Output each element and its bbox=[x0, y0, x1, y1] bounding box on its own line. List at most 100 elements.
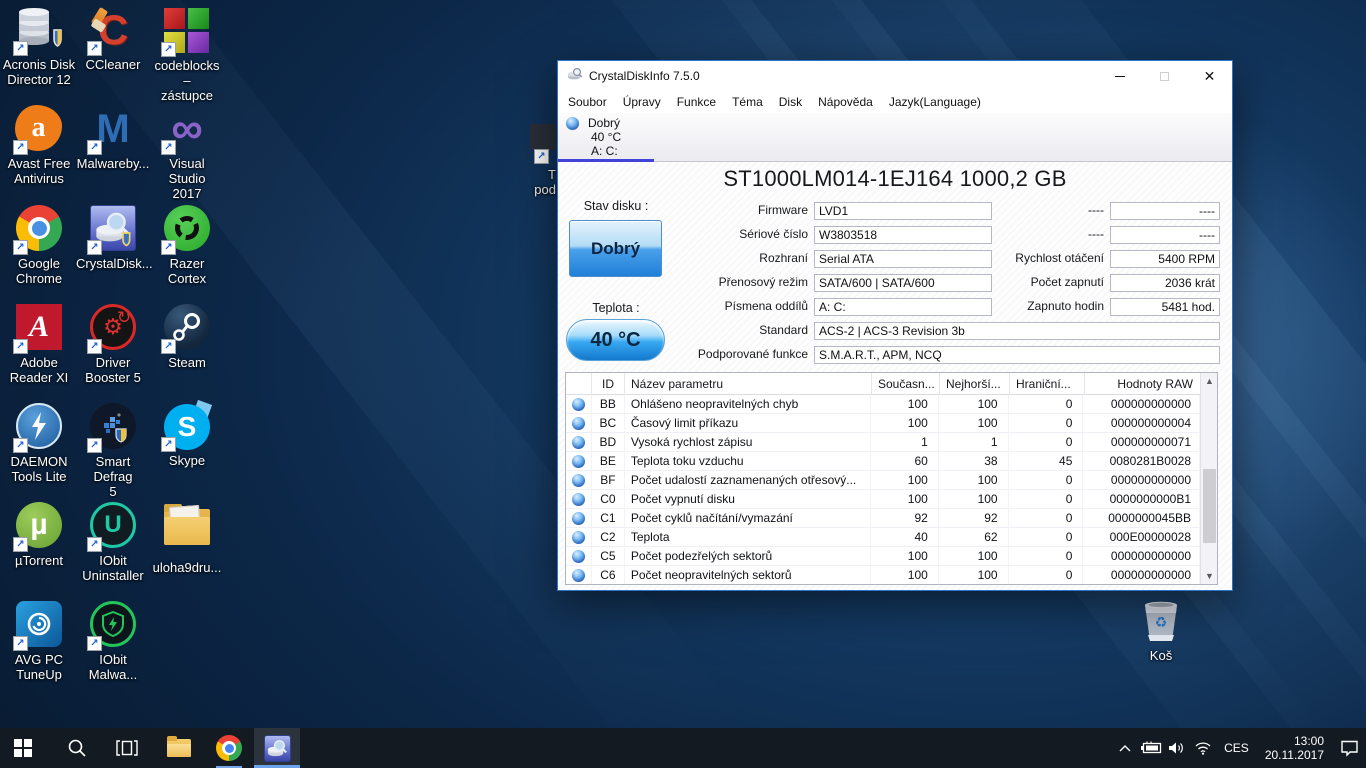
action-center-button[interactable] bbox=[1332, 728, 1366, 768]
search-button[interactable] bbox=[54, 728, 100, 768]
desktop-icon-label: CrystalDisk... bbox=[76, 256, 150, 271]
health-orb-icon bbox=[566, 509, 592, 528]
smart-cell: 1 bbox=[871, 433, 939, 452]
chevron-up-icon bbox=[1119, 744, 1131, 752]
language-indicator[interactable]: CES bbox=[1216, 741, 1257, 755]
steam-icon: ↗ bbox=[163, 304, 211, 352]
desktop-icon-daemon-tools-lite[interactable]: ↗DAEMONTools Lite bbox=[2, 402, 76, 501]
field-empty-1-label: ---- bbox=[988, 226, 1104, 243]
wifi-tray-button[interactable] bbox=[1190, 728, 1216, 768]
shortcut-arrow-icon: ↗ bbox=[87, 438, 102, 453]
desktop-icon-driver-booster-5[interactable]: ⚙↻↗DriverBooster 5 bbox=[76, 303, 150, 402]
crystaldiskinfo-taskbar-button[interactable] bbox=[254, 728, 300, 768]
titlebar[interactable]: CrystalDiskInfo 7.5.0 ✕ bbox=[558, 61, 1232, 91]
disk-tab[interactable]: Dobrý 40 °C A: C: bbox=[558, 113, 654, 162]
clock[interactable]: 13:00 20.11.2017 bbox=[1257, 734, 1332, 762]
desktop-icon-google-chrome[interactable]: ↗GoogleChrome bbox=[2, 204, 76, 303]
battery-tray-button[interactable] bbox=[1138, 728, 1164, 768]
start-button[interactable] bbox=[0, 728, 46, 768]
menu-item-funkce[interactable]: Funkce bbox=[669, 93, 724, 111]
smart-row-C0[interactable]: C0Počet vypnutí disku10010000000000000B1 bbox=[566, 490, 1200, 509]
task-view-button[interactable] bbox=[104, 728, 150, 768]
windows-logo-icon bbox=[14, 739, 32, 757]
desktop-icon-avg-pc-tuneup[interactable]: ↗AVG PCTuneUp bbox=[2, 600, 76, 699]
smart-row-C2[interactable]: C2Teplota40620000E00000028 bbox=[566, 528, 1200, 547]
smart-cell: BD bbox=[592, 433, 625, 452]
smart-table-header[interactable]: IDNázev parametruSoučasn...Nejhorší...Hr… bbox=[566, 373, 1217, 395]
smart-row-BC[interactable]: BCČasový limit příkazu100100000000000000… bbox=[566, 414, 1200, 433]
shortcut-arrow-icon: ↗ bbox=[87, 537, 102, 552]
chrome-taskbar-button[interactable] bbox=[206, 728, 252, 768]
acronis-icon: ↗ bbox=[15, 6, 63, 54]
smart-row-C6[interactable]: C6Počet neopravitelných sektorů100100000… bbox=[566, 566, 1200, 584]
desktop-icon-label: µTorrent bbox=[2, 553, 76, 568]
smart-row-C1[interactable]: C1Počet cyklů načítání/vymazání929200000… bbox=[566, 509, 1200, 528]
smart-row-BF[interactable]: BFPočet udalostí zaznamenaných otřesový.… bbox=[566, 471, 1200, 490]
avg-icon: ↗ bbox=[15, 601, 63, 649]
menu-item-npovda[interactable]: Nápověda bbox=[810, 93, 881, 111]
smart-cell: 40 bbox=[871, 528, 939, 547]
desktop-icon-iobit-malwa[interactable]: ↗IObitMalwa... bbox=[76, 600, 150, 699]
desktop-icon-iobit-uninstaller[interactable]: U↗IObitUninstaller bbox=[76, 501, 150, 600]
smart-header-status[interactable] bbox=[566, 373, 592, 395]
smart-table-scrollbar[interactable]: ▲ ▼ bbox=[1200, 373, 1217, 584]
desktop-icon-malwareby[interactable]: M↗Malwareby... bbox=[76, 105, 150, 204]
desktop-icon-label: IObitMalwa... bbox=[76, 652, 150, 682]
task-view-icon bbox=[116, 739, 138, 757]
smart-row-BD[interactable]: BDVysoká rychlost zápisu110000000000071 bbox=[566, 433, 1200, 452]
desktop-icon-adobe-reader-xi[interactable]: A↗AdobeReader XI bbox=[2, 303, 76, 402]
desktop-icon-uloha9dru[interactable]: ↗uloha9dru... bbox=[150, 501, 224, 600]
desktop-icon-grid: ↗Acronis DiskDirector 12C↗CCleaner↗codeb… bbox=[2, 6, 224, 699]
file-explorer-button[interactable] bbox=[156, 728, 202, 768]
tray-chevron-button[interactable] bbox=[1112, 728, 1138, 768]
desktop-icon-acronis-disk-director-12[interactable]: ↗Acronis DiskDirector 12 bbox=[2, 6, 76, 105]
iobit-uninstaller-icon: U↗ bbox=[89, 502, 137, 550]
scroll-up-icon[interactable]: ▲ bbox=[1201, 373, 1218, 389]
smart-row-BB[interactable]: BBOhlášeno neopravitelných chyb100100000… bbox=[566, 395, 1200, 414]
desktop-icon-torrent[interactable]: µ↗µTorrent bbox=[2, 501, 76, 600]
desktop-icon-label: Visual Studio2017 bbox=[150, 156, 224, 201]
menu-item-jazyklanguage[interactable]: Jazyk(Language) bbox=[881, 93, 989, 111]
volume-tray-button[interactable] bbox=[1164, 728, 1190, 768]
health-orb-icon bbox=[566, 566, 592, 585]
desktop-icon-skype[interactable]: S↗Skype bbox=[150, 402, 224, 501]
field-p-enosov-re-im-value: SATA/600 | SATA/600 bbox=[814, 274, 992, 292]
desktop-icon-codeblocks-z-stupce[interactable]: ↗codeblocks –zástupce bbox=[150, 6, 224, 105]
desktop-icon-steam[interactable]: ↗Steam bbox=[150, 303, 224, 402]
smart-row-BE[interactable]: BETeplota toku vzduchu6038450080281B0028 bbox=[566, 452, 1200, 471]
shortcut-arrow-icon: ↗ bbox=[13, 41, 28, 56]
desktop-icon-crystaldisk[interactable]: ↗CrystalDisk... bbox=[76, 204, 150, 303]
desktop-icon-visual-studio-2017[interactable]: ∞↗Visual Studio2017 bbox=[150, 105, 224, 204]
menu-item-tma[interactable]: Téma bbox=[724, 93, 771, 111]
desktop-icon-partial[interactable]: ↗ Tpod bbox=[500, 124, 556, 197]
avast-icon: a↗ bbox=[15, 105, 63, 153]
smart-header-hodnotyraw[interactable]: Hodnoty RAW bbox=[1085, 373, 1202, 395]
shortcut-arrow-icon: ↗ bbox=[161, 339, 176, 354]
menu-item-disk[interactable]: Disk bbox=[771, 93, 810, 111]
smart-header-hranin[interactable]: Hraniční... bbox=[1010, 373, 1085, 395]
scroll-down-icon[interactable]: ▼ bbox=[1201, 568, 1218, 584]
minimize-button[interactable] bbox=[1097, 61, 1142, 91]
smart-header-nejhor[interactable]: Nejhorší... bbox=[940, 373, 1010, 395]
smart-row-C5[interactable]: C5Počet podezřelých sektorů1001000000000… bbox=[566, 547, 1200, 566]
menu-item-pravy[interactable]: Úpravy bbox=[615, 93, 669, 111]
smart-header-nzevparametru[interactable]: Název parametru bbox=[625, 373, 872, 395]
desktop-icon-smart-defrag-5[interactable]: ↗Smart Defrag5 bbox=[76, 402, 150, 501]
desktop-icon-razer-cortex[interactable]: ↗Razer Cortex bbox=[150, 204, 224, 303]
menu-item-soubor[interactable]: Soubor bbox=[560, 93, 615, 111]
smart-header-id[interactable]: ID bbox=[592, 373, 625, 395]
daemon-icon: ↗ bbox=[15, 403, 63, 451]
smart-cell: 100 bbox=[871, 566, 939, 585]
scrollbar-thumb[interactable] bbox=[1203, 469, 1216, 543]
smart-cell: 0080281B0028 bbox=[1083, 452, 1200, 471]
app-titlebar-icon bbox=[567, 66, 583, 87]
desktop-icon-avast-free-antivirus[interactable]: a↗Avast FreeAntivirus bbox=[2, 105, 76, 204]
desktop-icon-ccleaner[interactable]: C↗CCleaner bbox=[76, 6, 150, 105]
field-rozhran-value: Serial ATA bbox=[814, 250, 992, 268]
desktop-icon-recycle-bin[interactable]: ♻ Koš bbox=[1132, 597, 1190, 663]
maximize-button[interactable] bbox=[1142, 61, 1187, 91]
disk-tab-drives: A: C: bbox=[591, 144, 618, 158]
close-button[interactable]: ✕ bbox=[1187, 61, 1232, 91]
health-orb-icon bbox=[566, 433, 592, 452]
smart-header-souasn[interactable]: Současn... bbox=[872, 373, 940, 395]
